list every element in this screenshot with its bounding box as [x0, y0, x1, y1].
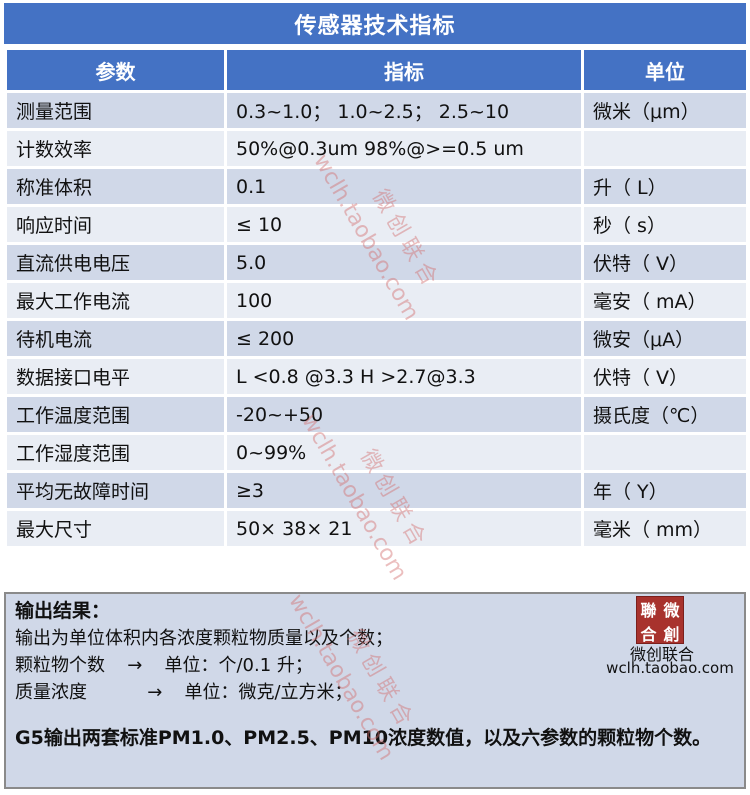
value-cell: 0.1 — [224, 166, 584, 207]
mass-concentration-unit: 单位：微克/立方米； — [184, 682, 353, 703]
table-row: 计数效率 50%@0.3um 98%@>=0.5 um — [4, 128, 749, 169]
table-row: 测量范围 0.3~1.0； 1.0~2.5； 2.5~10 微米（μm） — [4, 90, 749, 131]
table-row: 称准体积 0.1 升（ L） — [4, 166, 749, 207]
table-row: 最大尺寸 50× 38× 21 毫米（ mm） — [4, 508, 749, 549]
value-cell: -20~+50 — [224, 394, 584, 435]
unit-cell: 升（ L） — [581, 166, 749, 207]
result-title: 输出结果： — [15, 600, 111, 622]
result-summary: G5输出两套标准PM1.0、PM2.5、PM10浓度数值，以及六参数的颗粒物个数… — [15, 727, 712, 749]
table-row: 数据接口电平 L <0.8 @3.3 H >2.7@3.3 伏特（ V） — [4, 356, 749, 397]
seal-logo: 聯 微 合 創 — [636, 596, 684, 644]
seal-char: 微 — [663, 601, 680, 620]
header-spec: 指标 — [224, 47, 584, 93]
value-cell: ≤ 200 — [224, 318, 584, 359]
particle-count-unit: 单位：个/0.1 升； — [164, 655, 313, 676]
unit-cell: 伏特（ V） — [581, 356, 749, 397]
mass-concentration-label: 质量浓度 — [15, 682, 87, 703]
value-cell: 0.3~1.0； 1.0~2.5； 2.5~10 — [224, 90, 584, 131]
value-cell: ≤ 10 — [224, 204, 584, 245]
param-cell: 测量范围 — [4, 90, 227, 131]
table-row: 工作温度范围 -20~+50 摄氏度（℃） — [4, 394, 749, 435]
spec-table: 参数 指标 单位 测量范围 0.3~1.0； 1.0~2.5； 2.5~10 微… — [4, 47, 749, 549]
unit-cell: 毫安（ mA） — [581, 280, 749, 321]
unit-cell: 伏特（ V） — [581, 242, 749, 283]
output-result-box: 输出结果： 输出为单位体积内各浓度颗粒物质量以及个数； 颗粒物个数 → 单位：个… — [4, 592, 746, 789]
param-cell: 称准体积 — [4, 166, 227, 207]
value-cell: 100 — [224, 280, 584, 321]
table-row: 响应时间 ≤ 10 秒（ s） — [4, 204, 749, 245]
param-cell: 直流供电电压 — [4, 242, 227, 283]
page-title: 传感器技术指标 — [4, 3, 746, 44]
param-cell: 待机电流 — [4, 318, 227, 359]
table-row: 工作湿度范围 0~99% — [4, 432, 749, 473]
table-header-row: 参数 指标 单位 — [4, 47, 749, 93]
result-line-mass-concentration: 质量浓度 → 单位：微克/立方米； — [15, 679, 744, 706]
table-row: 直流供电电压 5.0 伏特（ V） — [4, 242, 749, 283]
unit-cell: 微安（μA） — [581, 318, 749, 359]
table-row: 待机电流 ≤ 200 微安（μA） — [4, 318, 749, 359]
param-cell: 计数效率 — [4, 128, 227, 169]
value-cell: ≥3 — [224, 470, 584, 511]
param-cell: 平均无故障时间 — [4, 470, 227, 511]
table-row: 最大工作电流 100 毫安（ mA） — [4, 280, 749, 321]
unit-cell: 秒（ s） — [581, 204, 749, 245]
value-cell: 50%@0.3um 98%@>=0.5 um — [224, 128, 584, 169]
arrow-right-icon: → — [127, 655, 143, 676]
value-cell: L <0.8 @3.3 H >2.7@3.3 — [224, 356, 584, 397]
unit-cell: 年（ Y） — [581, 470, 749, 511]
seal-char: 聯 — [640, 601, 657, 620]
param-cell: 最大工作电流 — [4, 280, 227, 321]
spec-sheet: 传感器技术指标 参数 指标 单位 测量范围 0.3~1.0； 1.0~2.5； … — [4, 3, 749, 549]
param-cell: 响应时间 — [4, 204, 227, 245]
unit-cell: 摄氏度（℃） — [581, 394, 749, 435]
value-cell: 50× 38× 21 — [224, 508, 584, 549]
unit-cell: 毫米（ mm） — [581, 508, 749, 549]
unit-cell — [581, 432, 749, 473]
value-cell: 5.0 — [224, 242, 584, 283]
param-cell: 最大尺寸 — [4, 508, 227, 549]
unit-cell — [581, 128, 749, 169]
value-cell: 0~99% — [224, 432, 584, 473]
brand-url: wclh.taobao.com — [606, 659, 734, 677]
unit-cell: 微米（μm） — [581, 90, 749, 131]
param-cell: 工作湿度范围 — [4, 432, 227, 473]
arrow-right-icon: → — [147, 682, 163, 703]
header-unit: 单位 — [581, 47, 749, 93]
param-cell: 数据接口电平 — [4, 356, 227, 397]
header-parameter: 参数 — [4, 47, 227, 93]
table-row: 平均无故障时间 ≥3 年（ Y） — [4, 470, 749, 511]
param-cell: 工作温度范围 — [4, 394, 227, 435]
particle-count-label: 颗粒物个数 — [15, 655, 105, 676]
